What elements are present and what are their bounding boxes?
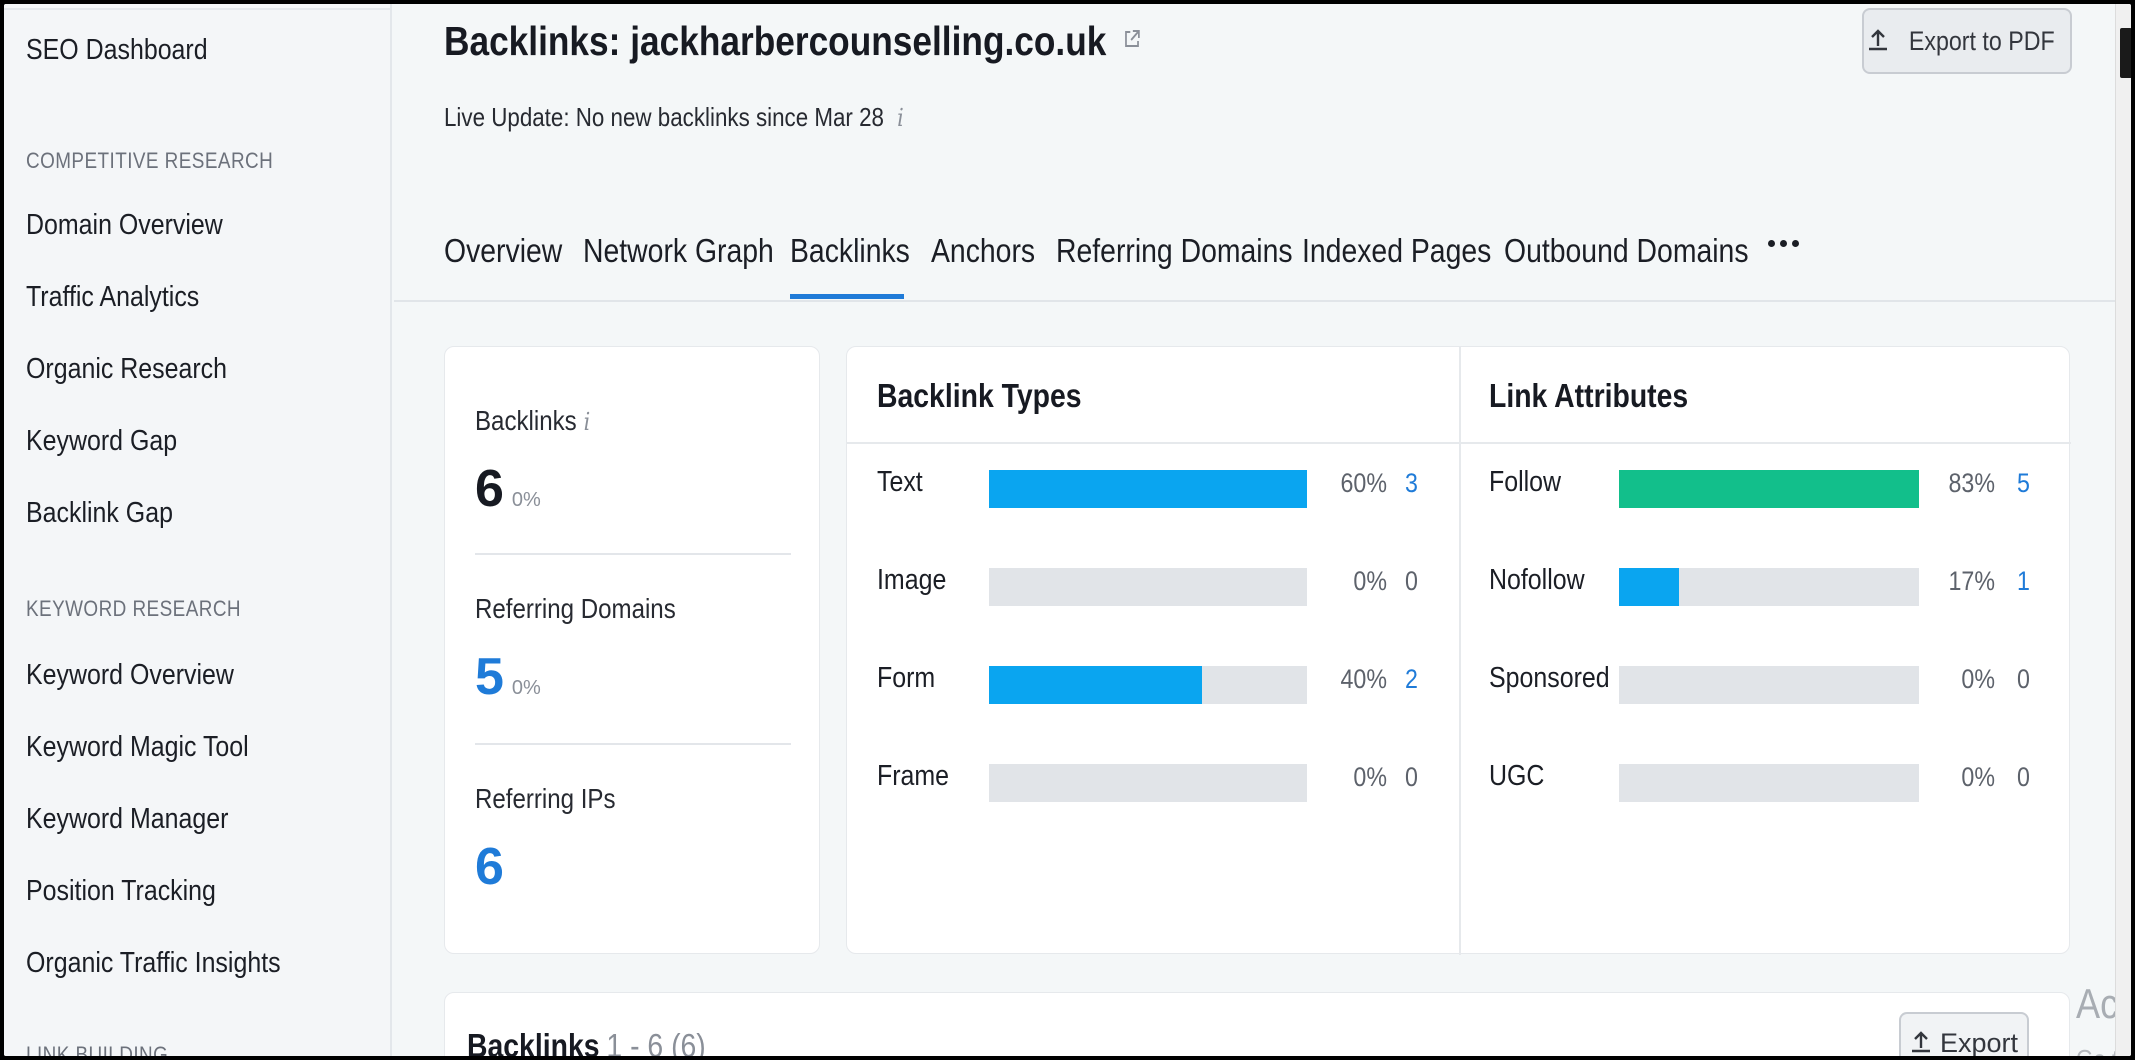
link-attribute-sponsored-label: Sponsored: [1489, 662, 1610, 694]
metrics-card: Backlinks i 6 0% Referring Domains 5 0% Ref…: [444, 346, 820, 954]
tab-overview[interactable]: Overview: [444, 232, 562, 270]
link-attribute-sponsored-percent: 0%: [1961, 664, 1995, 694]
backlink-type-frame-percent: 0%: [1353, 762, 1387, 792]
sidebar-item-keyword-magic-tool[interactable]: Keyword Magic Tool: [26, 731, 249, 764]
header-divider: [847, 442, 2071, 444]
backlink-type-image-bar: [989, 568, 1307, 606]
backlinks-table-title: Backlinks 1 - 6 (6): [467, 1027, 706, 1060]
link-attribute-follow-count[interactable]: 5: [2017, 468, 2030, 499]
link-attribute-ugc-percent: 0%: [1961, 762, 1995, 792]
backlink-type-form-count[interactable]: 2: [1405, 664, 1418, 695]
page-title-domain[interactable]: jackharbercounselling.co.uk: [630, 18, 1106, 64]
backlink-breakdown-card: Backlink Types Link Attributes Text 60% 3 I…: [846, 346, 2071, 955]
link-attribute-follow-percent: 83%: [1948, 468, 1995, 498]
referring-domains-metric-value[interactable]: 5 0%: [475, 647, 541, 707]
backlink-type-image-label: Image: [877, 564, 947, 596]
backlinks-metric-change: 0%: [511, 489, 541, 511]
backlinks-info-icon[interactable]: i: [584, 408, 591, 436]
link-attribute-follow-bar-fill: [1619, 470, 1919, 508]
backlinks-metric-label: Backlinks i: [475, 405, 591, 436]
tab-anchors[interactable]: Anchors: [931, 232, 1035, 270]
link-attribute-nofollow-bar: [1619, 568, 1919, 606]
sidebar-top-divider: [4, 4, 392, 10]
sidebar-item-backlink-gap[interactable]: Backlink Gap: [26, 497, 173, 530]
sidebar-item-keyword-manager[interactable]: Keyword Manager: [26, 803, 228, 836]
sidebar-section-competitive-research: COMPETITIVE RESEARCH: [26, 148, 274, 173]
metrics-divider: [475, 743, 791, 745]
link-attribute-nofollow-count[interactable]: 1: [2017, 566, 2030, 597]
backlink-type-text-percent: 60%: [1340, 468, 1387, 498]
sidebar-item-seo-dashboard[interactable]: SEO Dashboard: [26, 34, 208, 67]
link-attribute-follow-bar: [1619, 470, 1919, 508]
link-attribute-follow-label: Follow: [1489, 466, 1562, 498]
app-window: SEO Dashboard COMPETITIVE RESEARCH Domai…: [0, 0, 2135, 1060]
sidebar-item-keyword-overview[interactable]: Keyword Overview: [26, 659, 234, 692]
more-tabs-icon[interactable]: [1768, 240, 1799, 247]
tab-network-graph[interactable]: Network Graph: [583, 232, 774, 270]
backlink-type-text-label: Text: [877, 466, 923, 498]
upload-icon: [1869, 29, 1888, 51]
referring-domains-metric-change: 0%: [511, 677, 541, 699]
backlink-type-frame-bar: [989, 764, 1307, 802]
scrollbar[interactable]: [2115, 4, 2131, 1056]
backlink-type-form-label: Form: [877, 662, 936, 694]
sidebar-section-link-building: LINK BUILDING: [26, 1042, 169, 1060]
tab-referring-domains[interactable]: Referring Domains: [1056, 232, 1293, 270]
backlink-type-image-percent: 0%: [1353, 566, 1387, 596]
referring-ips-metric-label: Referring IPs: [475, 783, 616, 814]
column-divider: [1459, 347, 1461, 955]
backlinks-metric-value[interactable]: 6 0%: [475, 459, 541, 519]
backlink-type-text-bar: [989, 470, 1307, 508]
backlink-types-title: Backlink Types: [877, 377, 1082, 414]
backlink-type-form-percent: 40%: [1340, 664, 1387, 694]
page-title: Backlinks: jackharbercounselling.co.uk: [444, 18, 1140, 65]
link-attribute-nofollow-label: Nofollow: [1489, 564, 1585, 596]
sidebar-item-organic-research[interactable]: Organic Research: [26, 353, 227, 386]
referring-domains-metric-label: Referring Domains: [475, 593, 676, 624]
live-update-status: Live Update: No new backlinks since Mar …: [444, 102, 904, 133]
info-icon[interactable]: i: [897, 104, 904, 132]
sidebar-item-traffic-analytics[interactable]: Traffic Analytics: [26, 281, 199, 314]
referring-ips-metric-value[interactable]: 6: [475, 837, 504, 897]
backlink-type-frame-label: Frame: [877, 760, 950, 792]
link-attribute-sponsored-count: 0: [2017, 664, 2030, 694]
page-title-prefix: Backlinks:: [444, 18, 621, 64]
metrics-divider: [475, 553, 791, 555]
tab-outbound-domains[interactable]: Outbound Domains: [1504, 232, 1749, 270]
link-attribute-nofollow-bar-fill: [1619, 568, 1679, 606]
export-button[interactable]: Export: [1899, 1012, 2029, 1058]
sidebar: SEO Dashboard COMPETITIVE RESEARCH Domai…: [4, 4, 392, 1060]
export-to-pdf-label: Export to PDF: [1909, 25, 2055, 56]
link-attribute-sponsored-bar: [1619, 666, 1919, 704]
live-update-text: Live Update: No new backlinks since Mar …: [444, 102, 884, 132]
scrollbar-thumb[interactable]: [2120, 28, 2131, 78]
sidebar-item-keyword-gap[interactable]: Keyword Gap: [26, 425, 177, 458]
main-content: Backlinks: jackharbercounselling.co.uk L…: [394, 4, 2131, 1060]
backlinks-table-card: Backlinks 1 - 6 (6): [444, 992, 2070, 1060]
backlink-type-text-count[interactable]: 3: [1405, 468, 1418, 499]
tab-indexed-pages[interactable]: Indexed Pages: [1302, 232, 1491, 270]
link-attribute-ugc-count: 0: [2017, 762, 2030, 792]
backlink-type-image-count: 0: [1405, 566, 1418, 596]
link-attribute-ugc-label: UGC: [1489, 760, 1545, 792]
link-attribute-nofollow-percent: 17%: [1948, 566, 1995, 596]
active-tab-indicator: [790, 294, 904, 299]
backlink-type-frame-count: 0: [1405, 762, 1418, 792]
backlink-type-form-bar: [989, 666, 1307, 704]
external-link-icon[interactable]: [1123, 29, 1140, 49]
backlink-type-text-bar-fill: [989, 470, 1307, 508]
backlinks-table-range: 1 - 6 (6): [606, 1027, 706, 1060]
sidebar-item-position-tracking[interactable]: Position Tracking: [26, 875, 216, 908]
sidebar-item-domain-overview[interactable]: Domain Overview: [26, 209, 223, 242]
sidebar-section-keyword-research: KEYWORD RESEARCH: [26, 596, 242, 621]
sidebar-item-organic-traffic-insights[interactable]: Organic Traffic Insights: [26, 947, 281, 980]
link-attribute-ugc-bar: [1619, 764, 1919, 802]
backlink-type-form-bar-fill: [989, 666, 1203, 704]
export-label: Export: [1939, 1027, 2019, 1058]
tab-bar-divider: [394, 300, 2129, 302]
tab-backlinks[interactable]: Backlinks: [790, 232, 910, 270]
export-to-pdf-button[interactable]: Export to PDF: [1862, 8, 2072, 74]
link-attributes-title: Link Attributes: [1489, 377, 1689, 414]
upload-icon: [1911, 1031, 1930, 1053]
